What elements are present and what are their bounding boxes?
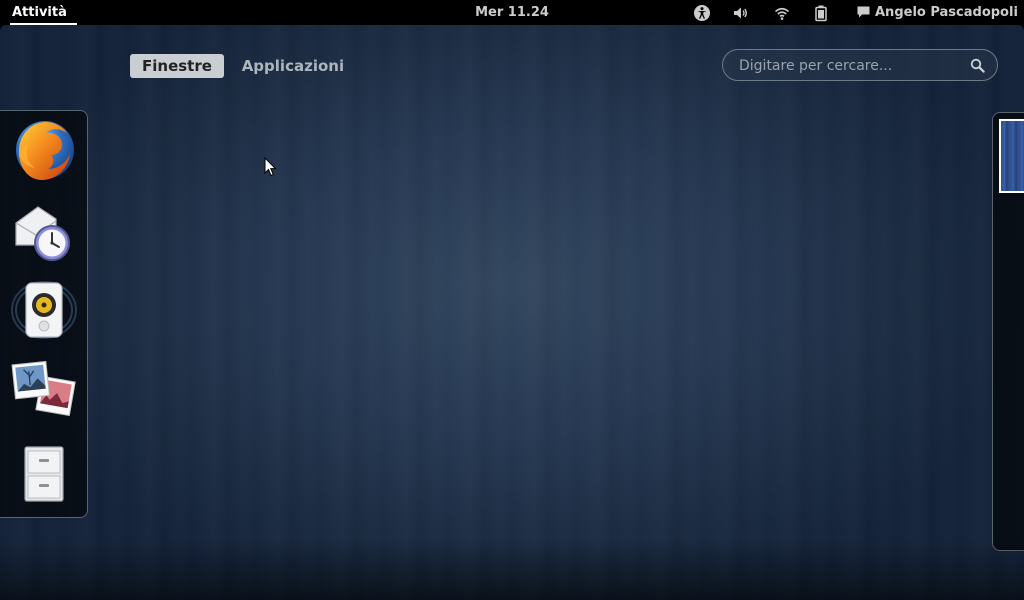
- tab-windows[interactable]: Finestre: [130, 54, 224, 78]
- volume-icon[interactable]: [732, 4, 750, 22]
- image-viewer-photos-icon[interactable]: [10, 357, 78, 425]
- activities-button[interactable]: Attività: [0, 0, 79, 25]
- top-panel: Attività Mer 11.24 Angelo Pascadopoli: [0, 0, 1024, 25]
- firefox-icon[interactable]: [10, 117, 78, 185]
- user-menu[interactable]: Angelo Pascadopoli: [856, 0, 1018, 25]
- tab-applications[interactable]: Applicazioni: [230, 54, 356, 78]
- search-input[interactable]: [737, 56, 961, 76]
- rhythmbox-speaker-icon[interactable]: [10, 277, 78, 345]
- mouse-pointer-icon: [264, 157, 277, 177]
- search-box[interactable]: [722, 49, 998, 81]
- activities-overview: Finestre Applicazioni: [0, 25, 1024, 600]
- file-cabinet-icon[interactable]: [10, 441, 78, 509]
- dash: [0, 110, 88, 518]
- workspace-thumbnail[interactable]: [999, 119, 1024, 193]
- user-name: Angelo Pascadopoli: [875, 5, 1018, 20]
- clock-menu[interactable]: Mer 11.24: [462, 0, 562, 25]
- view-selector: Finestre Applicazioni: [130, 54, 357, 78]
- chat-icon: [857, 6, 870, 18]
- workspace-switcher: [992, 112, 1024, 551]
- search-icon: [970, 58, 985, 73]
- accessibility-icon[interactable]: [693, 4, 711, 22]
- battery-icon[interactable]: [812, 4, 830, 22]
- desktop-screen: Attività Mer 11.24 Angelo Pascadopoli Fi…: [0, 0, 1024, 600]
- wifi-icon[interactable]: [773, 4, 791, 22]
- evolution-mail-calendar-icon[interactable]: [10, 197, 78, 265]
